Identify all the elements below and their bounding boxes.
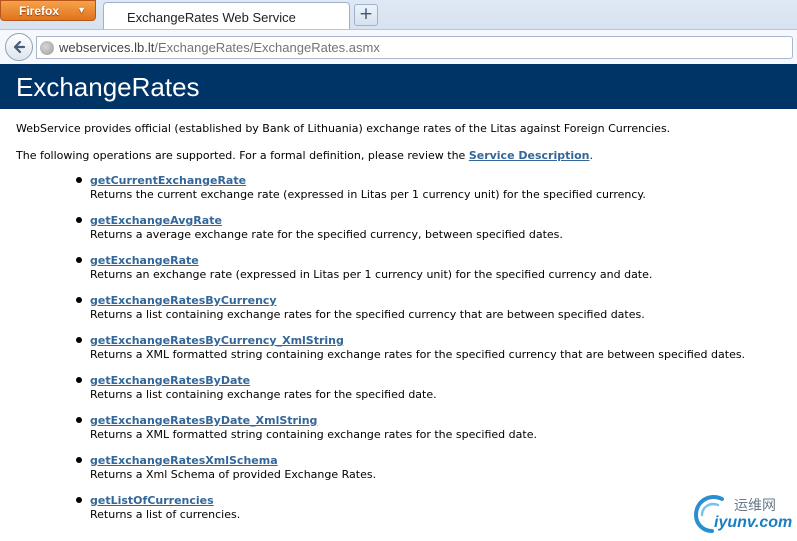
navigation-bar: webservices.lb.lt/ExchangeRates/Exchange… — [0, 29, 797, 64]
bullet-icon — [76, 377, 82, 383]
url-bar[interactable]: webservices.lb.lt/ExchangeRates/Exchange… — [36, 36, 793, 59]
tab-title: ExchangeRates Web Service — [127, 10, 296, 25]
url-host: webservices.lb.lt — [59, 40, 155, 55]
firefox-menu-label: Firefox — [19, 3, 60, 18]
tab-exchangerates[interactable]: ExchangeRates Web Service — [103, 2, 350, 29]
bullet-icon — [76, 297, 82, 303]
globe-icon — [40, 41, 54, 55]
bullet-icon — [76, 217, 82, 223]
bullet-icon — [76, 337, 82, 343]
arrow-left-icon — [13, 40, 26, 54]
plus-icon: + — [358, 4, 374, 24]
operations-list: getCurrentExchangeRate Returns the curren… — [76, 173, 745, 533]
operation-description: Returns a Xml Schema of provided Exchang… — [90, 468, 377, 481]
watermark-site-text: iyunv.com — [714, 514, 793, 531]
list-item: getExchangeRatesByDate Returns a list con… — [76, 373, 745, 413]
operations-intro: The following operations are supported. … — [16, 149, 593, 162]
operation-link[interactable]: getExchangeRatesXmlSchema — [90, 453, 745, 468]
operation-description: Returns an exchange rate (expressed in L… — [90, 268, 653, 281]
operation-link[interactable]: getExchangeRatesByDate — [90, 373, 745, 388]
operation-description: Returns a average exchange rate for the … — [90, 228, 563, 241]
list-item: getExchangeRatesByCurrency_XmlString Retu… — [76, 333, 745, 373]
operation-link[interactable]: getExchangeAvgRate — [90, 213, 745, 228]
bullet-icon — [76, 457, 82, 463]
operations-intro-suffix: . — [589, 149, 594, 162]
operations-intro-prefix: The following operations are supported. … — [16, 149, 469, 162]
firefox-menu-button[interactable]: Firefox ▼ — [0, 0, 96, 21]
bullet-icon — [76, 257, 82, 263]
operation-description: Returns the current exchange rate (expre… — [90, 188, 646, 201]
bullet-icon — [76, 497, 82, 503]
list-item: getListOfCurrencies Returns a list of cur… — [76, 493, 745, 533]
operation-description: Returns a XML formatted string containin… — [90, 428, 537, 441]
service-description-link[interactable]: Service Description — [469, 149, 590, 162]
page-title: ExchangeRates — [16, 72, 200, 102]
back-button[interactable] — [5, 33, 33, 61]
chevron-down-icon: ▼ — [77, 5, 86, 15]
watermark-chinese-text: 运维网 — [734, 498, 776, 514]
operation-link[interactable]: getExchangeRatesByDate_XmlString — [90, 413, 745, 428]
list-item: getExchangeAvgRate Returns a average exch… — [76, 213, 745, 253]
browser-chrome: Firefox ▼ ExchangeRates Web Service + we… — [0, 0, 797, 64]
operation-link[interactable]: getExchangeRatesByCurrency — [90, 293, 745, 308]
operation-description: Returns a list of currencies. — [90, 508, 241, 521]
list-item: getExchangeRate Returns an exchange rate … — [76, 253, 745, 293]
operation-description: Returns a XML formatted string containin… — [90, 348, 746, 361]
service-intro: WebService provides official (establishe… — [16, 122, 671, 135]
operation-link[interactable]: getExchangeRatesByCurrency_XmlString — [90, 333, 745, 348]
list-item: getExchangeRatesByCurrency Returns a list… — [76, 293, 745, 333]
new-tab-button[interactable]: + — [354, 4, 378, 26]
operation-description: Returns a list containing exchange rates… — [90, 388, 437, 401]
operation-link[interactable]: getExchangeRate — [90, 253, 745, 268]
operation-link[interactable]: getListOfCurrencies — [90, 493, 745, 508]
bullet-icon — [76, 177, 82, 183]
url-path: /ExchangeRates/ExchangeRates.asmx — [154, 40, 380, 55]
url-text: webservices.lb.lt/ExchangeRates/Exchange… — [59, 40, 380, 55]
list-item: getExchangeRatesXmlSchema Returns a Xml S… — [76, 453, 745, 493]
list-item: getExchangeRatesByDate_XmlString Returns … — [76, 413, 745, 453]
operation-link[interactable]: getCurrentExchangeRate — [90, 173, 745, 188]
operation-description: Returns a list containing exchange rates… — [90, 308, 645, 321]
watermark: 运维网 iyunv.com — [692, 493, 792, 537]
list-item: getCurrentExchangeRate Returns the curren… — [76, 173, 745, 213]
bullet-icon — [76, 417, 82, 423]
